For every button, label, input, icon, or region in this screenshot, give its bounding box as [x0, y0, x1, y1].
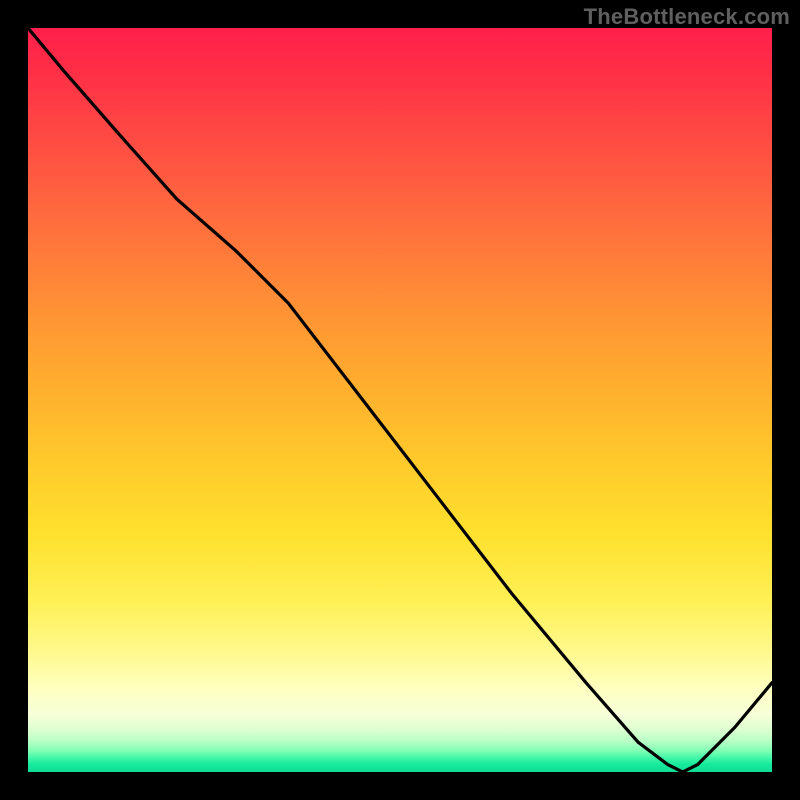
watermark-text: TheBottleneck.com: [584, 4, 790, 30]
plot-area: [28, 28, 772, 772]
curve-path: [28, 28, 772, 772]
chart-frame: TheBottleneck.com: [0, 0, 800, 800]
line-curve: [28, 28, 772, 772]
